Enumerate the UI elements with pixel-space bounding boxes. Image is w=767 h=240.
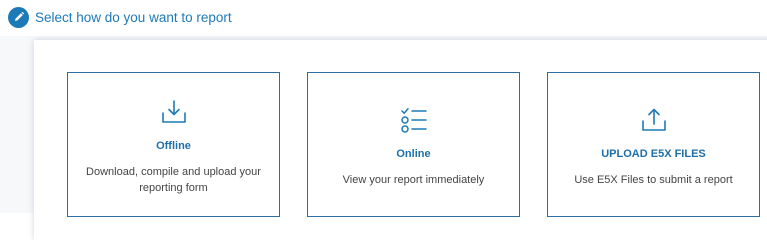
upload-e5x-option-description: Use E5X Files to submit a report: [574, 174, 733, 186]
upload-icon: [640, 107, 668, 138]
offline-option-description: Download, compile and upload your report…: [86, 166, 261, 194]
section-header: Select how do you want to report: [8, 6, 232, 28]
upload-e5x-option-card[interactable]: UPLOAD E5X FILES Use E5X Files to submit…: [547, 72, 760, 217]
pencil-icon: [8, 6, 29, 28]
online-option-card[interactable]: Online View your report immediately: [307, 72, 520, 217]
offline-option-card[interactable]: Offline Download, compile and upload you…: [67, 72, 280, 217]
download-icon: [160, 99, 188, 130]
online-option-title: Online: [396, 148, 431, 160]
checklist-icon: [400, 106, 428, 139]
online-option-description: View your report immediately: [342, 174, 485, 186]
section-title: Select how do you want to report: [35, 9, 232, 25]
offline-option-title: Offline: [156, 140, 191, 152]
upload-e5x-option-title: UPLOAD E5X FILES: [601, 148, 706, 160]
